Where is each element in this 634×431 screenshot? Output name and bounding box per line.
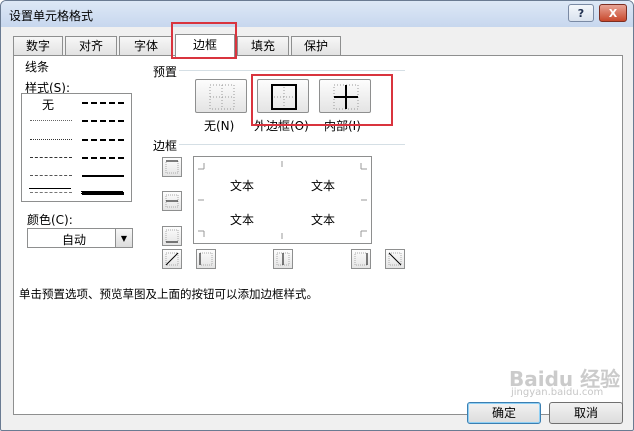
hint-text: 单击预置选项、预览草图及上面的按钮可以添加边框样式。: [19, 287, 318, 301]
border-bottom-icon: [165, 229, 179, 243]
preset-none-label: 无(N): [204, 119, 235, 133]
border-middle-horizontal-button[interactable]: [162, 191, 182, 211]
line-group-label: 线条: [25, 60, 50, 74]
border-diagonal-up-button[interactable]: [162, 249, 182, 269]
line-style-medium[interactable]: [82, 175, 124, 177]
border-right-icon: [354, 252, 368, 266]
border-right-button[interactable]: [351, 249, 371, 269]
preset-none-icon: [209, 84, 235, 110]
border-top-icon: [165, 160, 179, 174]
line-style-medium-dash-dot-dot[interactable]: [82, 102, 124, 104]
border-middle-vertical-icon: [276, 252, 290, 266]
close-icon: X: [608, 6, 618, 20]
line-style-thin[interactable]: [29, 188, 71, 189]
tab-font[interactable]: 字体: [119, 36, 173, 56]
border-preview[interactable]: 文本 文本 文本 文本: [193, 156, 372, 244]
close-button[interactable]: X: [599, 4, 627, 22]
line-style-list[interactable]: 无: [21, 93, 132, 202]
preview-text: 文本: [311, 179, 336, 193]
preview-text: 文本: [230, 179, 255, 193]
line-style-dashed[interactable]: [30, 192, 72, 193]
line-style-slant-dash-dot[interactable]: [82, 120, 124, 122]
border-diagonal-down-button[interactable]: [385, 249, 405, 269]
preview-corner-marks: [198, 161, 367, 239]
line-style-none[interactable]: 无: [42, 96, 54, 113]
tab-number[interactable]: 数字: [13, 36, 63, 56]
border-middle-vertical-button[interactable]: [273, 249, 293, 269]
highlight-presets: [251, 74, 393, 126]
line-style-medium-dash-dot[interactable]: [82, 139, 124, 141]
border-left-icon: [199, 252, 213, 266]
line-style-double[interactable]: [81, 191, 123, 194]
help-button[interactable]: ?: [568, 4, 594, 22]
tab-protection[interactable]: 保护: [291, 36, 341, 56]
border-top-button[interactable]: [162, 157, 182, 177]
border-bottom-button[interactable]: [162, 226, 182, 246]
ok-button[interactable]: 确定: [467, 402, 541, 424]
border-group-label: 边框: [153, 139, 178, 153]
line-style-dash-dot[interactable]: [30, 175, 72, 176]
preview-text: 文本: [311, 213, 336, 227]
format-cells-dialog: 设置单元格格式 ? X 数字 对齐 字体 边框 填充 保护 线条 样式(S): …: [0, 0, 634, 431]
tab-border[interactable]: 边框: [175, 34, 235, 57]
line-style-medium-dashed[interactable]: [82, 157, 124, 159]
tab-fill[interactable]: 填充: [237, 36, 289, 56]
tab-alignment[interactable]: 对齐: [65, 36, 117, 56]
help-icon: ?: [577, 6, 585, 20]
border-middle-horizontal-icon: [165, 194, 179, 208]
line-style-dash-dot-dot[interactable]: [30, 157, 72, 158]
border-left-button[interactable]: [196, 249, 216, 269]
border-diagonal-up-icon: [165, 252, 179, 266]
line-style-dotted[interactable]: [30, 139, 72, 140]
line-style-hair[interactable]: [30, 120, 72, 121]
line-color-value: 自动: [61, 233, 86, 247]
chevron-down-icon[interactable]: ▼: [115, 229, 132, 247]
presets-divider: [179, 70, 405, 71]
line-color-label: 颜色(C):: [27, 213, 73, 227]
cancel-button[interactable]: 取消: [549, 402, 623, 424]
border-diagonal-down-icon: [388, 252, 402, 266]
dialog-title: 设置单元格格式: [9, 9, 94, 23]
title-bar[interactable]: 设置单元格格式 ? X: [1, 1, 633, 27]
preset-none-button[interactable]: [195, 79, 247, 113]
border-divider: [179, 144, 405, 145]
watermark-url: jingyan.baidu.com: [511, 387, 604, 398]
line-color-select[interactable]: 自动 ▼: [27, 228, 133, 248]
presets-group-label: 预置: [153, 65, 178, 79]
preview-text: 文本: [230, 213, 255, 227]
